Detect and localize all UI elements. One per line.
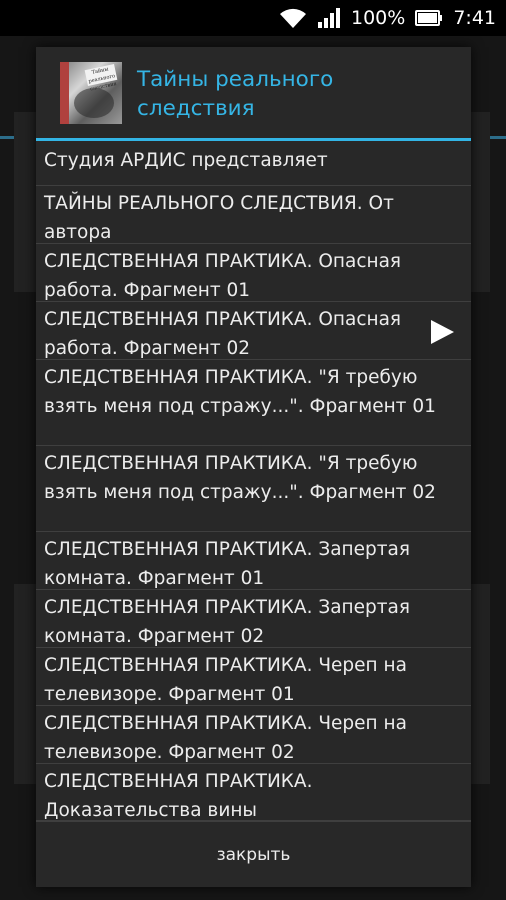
status-bar: 100% 7:41 xyxy=(0,0,506,36)
track-item[interactable]: СЛЕДСТВЕННАЯ ПРАКТИКА. Доказательства ви… xyxy=(36,764,471,821)
cover-strip xyxy=(60,62,69,124)
track-item[interactable]: СЛЕДСТВЕННАЯ ПРАКТИКА. "Я требую взять м… xyxy=(36,360,471,446)
play-icon[interactable] xyxy=(428,318,456,346)
track-item[interactable]: СЛЕДСТВЕННАЯ ПРАКТИКА. Запертая комната.… xyxy=(36,532,471,590)
battery-percent: 100% xyxy=(351,7,406,29)
close-button[interactable]: закрыть xyxy=(36,822,471,887)
track-item[interactable]: СЛЕДСТВЕННАЯ ПРАКТИКА. Череп на телевизо… xyxy=(36,648,471,706)
dialog-title: Тайны реального следствия xyxy=(137,67,334,121)
signal-icon xyxy=(318,8,340,28)
track-item[interactable]: СЛЕДСТВЕННАЯ ПРАКТИКА. "Я требую взять м… xyxy=(36,446,471,532)
track-item[interactable]: СЛЕДСТВЕННАЯ ПРАКТИКА. Запертая комната.… xyxy=(36,590,471,648)
track-item[interactable]: СЛЕДСТВЕННАЯ ПРАКТИКА. Опасная работа. Ф… xyxy=(36,244,471,302)
track-item[interactable]: ТАЙНЫ РЕАЛЬНОГО СЛЕДСТВИЯ. От автора xyxy=(36,186,471,244)
cover-illustration xyxy=(74,88,114,118)
dialog-button-bar: закрыть xyxy=(36,821,471,887)
battery-icon xyxy=(415,10,443,26)
cover-title-sign: Тайны реального следствия xyxy=(84,64,118,92)
audiobook-cover-image: Тайны реального следствия xyxy=(60,62,122,124)
wifi-icon xyxy=(280,8,306,28)
track-list: Студия АРДИС представляет ТАЙНЫ РЕАЛЬНОГ… xyxy=(36,141,471,821)
clock: 7:41 xyxy=(453,7,496,29)
track-item[interactable]: СЛЕДСТВЕННАЯ ПРАКТИКА. Череп на телевизо… xyxy=(36,706,471,764)
track-item[interactable]: СЛЕДСТВЕННАЯ ПРАКТИКА. Опасная работа. Ф… xyxy=(36,302,471,360)
track-item[interactable]: Студия АРДИС представляет xyxy=(36,141,471,186)
track-list-dialog: Тайны реального следствия Тайны реальног… xyxy=(36,47,471,887)
dialog-header: Тайны реального следствия Тайны реальног… xyxy=(36,47,471,138)
